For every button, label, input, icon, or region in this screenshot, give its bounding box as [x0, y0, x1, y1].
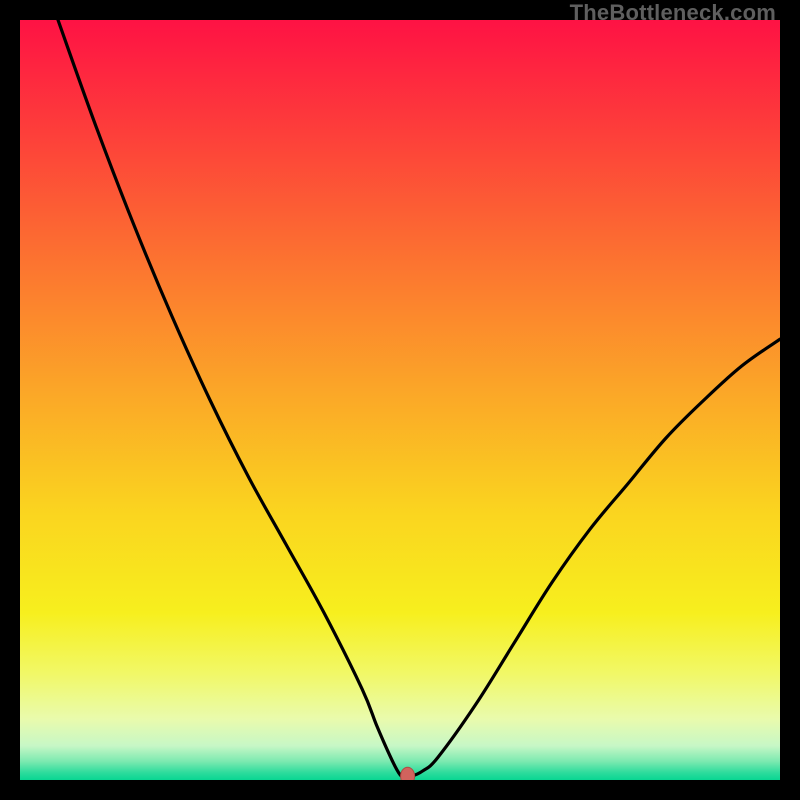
- plot-svg: [20, 20, 780, 780]
- gradient-background: [20, 20, 780, 780]
- optimum-marker: [401, 767, 415, 780]
- chart-frame: TheBottleneck.com: [0, 0, 800, 800]
- plot-area: [20, 20, 780, 780]
